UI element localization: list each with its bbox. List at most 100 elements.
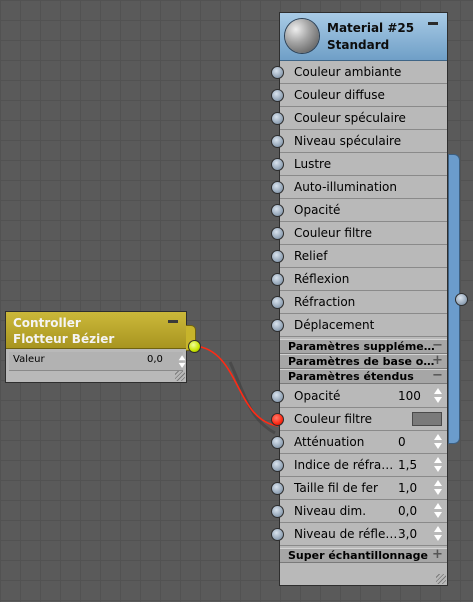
controller-value-label: Valeur	[13, 354, 45, 365]
map-slot-label: Couleur diffuse	[294, 88, 385, 102]
controller-node-header[interactable]: Controller Flotteur Bézier	[6, 312, 186, 349]
map-slot-row[interactable]: Couleur spéculaire	[271, 107, 447, 130]
map-slot-row[interactable]: Couleur diffuse	[271, 84, 447, 107]
map-slot-label: Niveau spéculaire	[294, 134, 402, 148]
map-slot-label: Opacité	[294, 203, 341, 217]
input-socket[interactable]	[271, 135, 284, 148]
expand-icon[interactable]: +	[432, 353, 443, 368]
color-swatch[interactable]	[412, 412, 442, 426]
input-socket[interactable]	[271, 89, 284, 102]
rollout-label: Paramètres de base o…	[288, 355, 435, 368]
map-slot-row[interactable]: Réflexion	[271, 268, 447, 291]
spinner-arrows-icon[interactable]	[434, 502, 443, 520]
param-value-field[interactable]: 3,0	[398, 527, 417, 541]
spinner-arrows-icon[interactable]	[178, 354, 187, 369]
material-node[interactable]: Material #25 Standard Couleur ambiante Co…	[271, 12, 468, 586]
input-socket[interactable]	[271, 436, 284, 449]
rollout-label: Paramètres étendus	[288, 370, 414, 383]
map-slot-label: Couleur spéculaire	[294, 111, 406, 125]
input-socket[interactable]	[271, 250, 284, 263]
map-slot-label: Déplacement	[294, 318, 375, 332]
resize-grip-icon[interactable]	[436, 574, 446, 584]
param-value-field[interactable]: 1,0	[398, 481, 417, 495]
map-slot-label: Réfraction	[294, 295, 356, 309]
input-socket[interactable]	[271, 66, 284, 79]
rollout-header[interactable]: Super échantillonnage +	[280, 547, 447, 563]
map-slot-label: Réflexion	[294, 272, 350, 286]
param-row[interactable]: Couleur filtre	[271, 408, 447, 431]
map-slot-row[interactable]: Déplacement	[271, 314, 447, 337]
controller-node[interactable]: Controller Flotteur Bézier Valeur 0,0	[5, 311, 196, 383]
input-socket[interactable]	[271, 204, 284, 217]
param-row[interactable]: Atténuation 0	[271, 431, 447, 454]
rollout-label: Paramètres suppléme…	[288, 340, 435, 353]
map-slot-row[interactable]: Lustre	[271, 153, 447, 176]
param-row[interactable]: Indice de réfra… 1,5	[271, 454, 447, 477]
rollout-header[interactable]: Paramètres suppléme… −	[280, 338, 447, 354]
map-slot-label: Relief	[294, 249, 328, 263]
input-socket[interactable]	[271, 227, 284, 240]
param-label: Atténuation	[294, 435, 365, 449]
input-socket[interactable]	[271, 273, 284, 286]
param-label: Taille fil de fer	[294, 481, 378, 495]
spinner-arrows-icon[interactable]	[434, 525, 443, 543]
map-slot-row[interactable]: Auto-illumination	[271, 176, 447, 199]
input-socket[interactable]	[271, 390, 284, 403]
material-preview-sphere	[285, 19, 319, 53]
spinner-arrows-icon[interactable]	[434, 479, 443, 497]
map-slot-label: Auto-illumination	[294, 180, 397, 194]
output-socket[interactable]	[455, 293, 468, 306]
param-value-field[interactable]: 100	[398, 389, 421, 403]
expand-icon[interactable]: +	[432, 547, 443, 562]
controller-type: Flotteur Bézier	[13, 332, 115, 346]
map-slot-row[interactable]: Réfraction	[271, 291, 447, 314]
input-socket[interactable]	[271, 505, 284, 518]
rollout-label: Super échantillonnage	[288, 549, 428, 562]
minimize-icon[interactable]	[428, 22, 438, 25]
input-socket[interactable]	[271, 112, 284, 125]
spinner-arrows-icon[interactable]	[434, 433, 443, 451]
material-type: Standard	[327, 38, 390, 52]
input-socket[interactable]	[271, 181, 284, 194]
param-label: Niveau de réfle…	[294, 527, 398, 541]
connected-input-socket[interactable]	[271, 413, 284, 426]
controller-value-row[interactable]: Valeur 0,0	[9, 352, 186, 371]
param-value-field[interactable]: 1,5	[398, 458, 417, 472]
param-row[interactable]: Niveau dim. 0,0	[271, 500, 447, 523]
resize-grip-icon[interactable]	[175, 371, 185, 381]
param-row[interactable]: Opacité 100	[271, 385, 447, 408]
map-slot-label: Couleur filtre	[294, 226, 373, 240]
material-node-header[interactable]: Material #25 Standard	[280, 13, 447, 61]
rollout-header[interactable]: Paramètres de base o… +	[280, 353, 447, 369]
map-slot-row[interactable]: Couleur ambiante	[271, 61, 447, 84]
map-slot-row[interactable]: Couleur filtre	[271, 222, 447, 245]
map-slot-label: Lustre	[294, 157, 332, 171]
map-slot-row[interactable]: Niveau spéculaire	[271, 130, 447, 153]
input-socket[interactable]	[271, 459, 284, 472]
param-label: Niveau dim.	[294, 504, 367, 518]
input-socket[interactable]	[271, 482, 284, 495]
minimize-icon[interactable]	[168, 320, 178, 323]
param-value-field[interactable]: 0,0	[398, 504, 417, 518]
rollout-header[interactable]: Paramètres étendus −	[280, 368, 447, 384]
controller-value-field[interactable]: 0,0	[147, 354, 163, 365]
param-label: Couleur filtre	[294, 412, 373, 426]
map-slot-row[interactable]: Relief	[271, 245, 447, 268]
input-socket[interactable]	[271, 528, 284, 541]
collapse-icon[interactable]: −	[432, 368, 443, 383]
input-socket[interactable]	[271, 296, 284, 309]
spinner-arrows-icon[interactable]	[434, 387, 443, 405]
param-row[interactable]: Taille fil de fer 1,0	[271, 477, 447, 500]
param-label: Opacité	[294, 389, 341, 403]
input-socket[interactable]	[271, 158, 284, 171]
controller-output-socket[interactable]	[188, 340, 201, 353]
input-socket[interactable]	[271, 319, 284, 332]
map-slot-row[interactable]: Opacité	[271, 199, 447, 222]
controller-title: Controller	[13, 316, 81, 330]
spinner-arrows-icon[interactable]	[434, 456, 443, 474]
material-name: Material #25	[327, 21, 415, 35]
param-row[interactable]: Niveau de réfle… 3,0	[271, 523, 447, 546]
param-label: Indice de réfra…	[294, 458, 394, 472]
collapse-icon[interactable]: −	[432, 338, 443, 353]
param-value-field[interactable]: 0	[398, 435, 406, 449]
